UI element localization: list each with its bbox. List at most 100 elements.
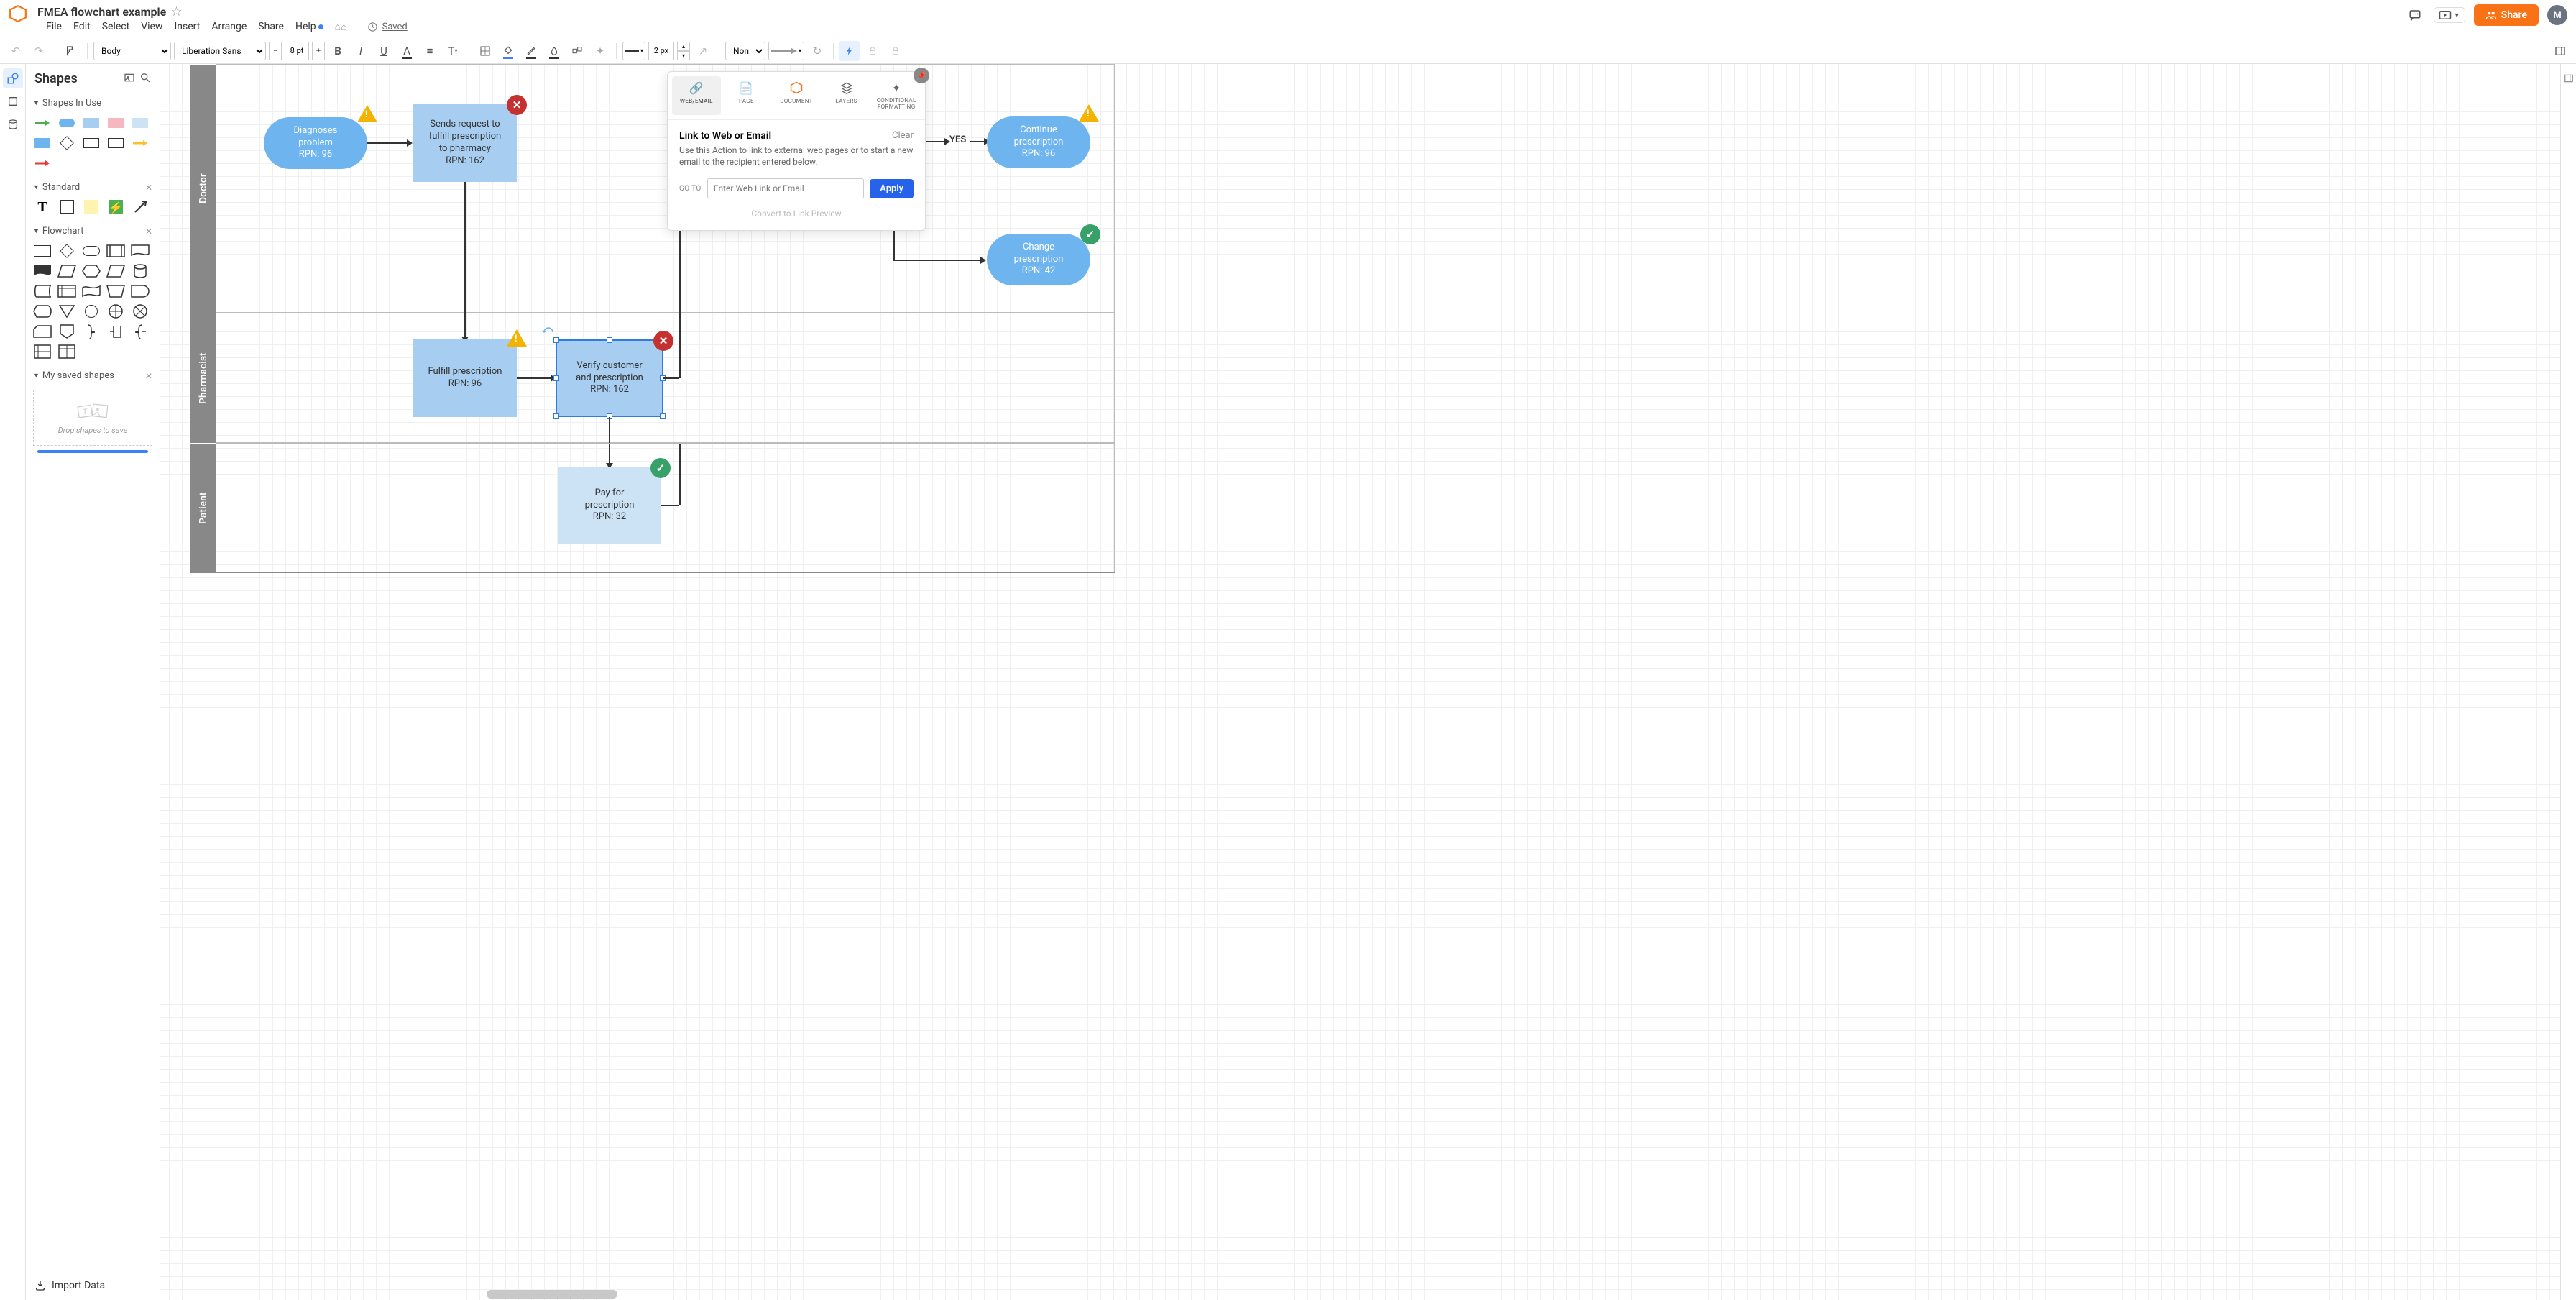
favorite-star-icon[interactable]: ☆ (170, 4, 182, 19)
panel-toggle-button[interactable] (2550, 41, 2570, 61)
shape-block[interactable] (58, 200, 76, 214)
fc-document[interactable] (131, 244, 150, 258)
undo-button[interactable]: ↶ (6, 41, 26, 61)
shape-note[interactable] (82, 200, 101, 214)
font-size-increase[interactable]: + (312, 42, 325, 60)
line-color-button[interactable] (544, 41, 564, 61)
close-saved-icon[interactable]: ✕ (145, 371, 152, 381)
data-tool-icon[interactable] (3, 114, 23, 134)
upgrade-icon[interactable]: ⌂⌂ (335, 21, 347, 33)
fc-manual[interactable] (106, 284, 125, 298)
text-color-button[interactable]: A (397, 41, 417, 61)
menu-view[interactable]: View (141, 21, 162, 33)
shape-style-button[interactable] (567, 41, 587, 61)
share-button[interactable]: Share (2474, 4, 2539, 26)
search-shapes-icon[interactable] (139, 72, 151, 86)
import-data-button[interactable]: Import Data (26, 1271, 160, 1300)
menu-insert[interactable]: Insert (174, 21, 200, 33)
fc-predefined[interactable] (106, 244, 125, 258)
node-pay[interactable]: Pay forprescriptionRPN: 32 (558, 467, 661, 544)
tab-document[interactable]: DOCUMENT (772, 76, 821, 115)
fc-or[interactable] (106, 304, 125, 319)
magic-button[interactable]: ✦ (590, 41, 610, 61)
close-flowchart-icon[interactable]: ✕ (145, 226, 152, 237)
fc-data[interactable] (58, 264, 76, 278)
section-flowchart[interactable]: ▼Flowchart✕ (26, 221, 160, 241)
fc-sum[interactable] (131, 304, 150, 319)
canvas[interactable]: Doctor DiagnosesproblemRPN: 96 Sends req… (160, 64, 2560, 1300)
shape-pill-blue[interactable] (58, 116, 76, 130)
font-family-selector[interactable]: Liberation Sans (174, 42, 266, 60)
link-url-input[interactable] (707, 178, 865, 198)
shapes-tool-icon[interactable] (3, 68, 23, 88)
present-button[interactable]: ▼ (2434, 7, 2465, 23)
fc-parallelogram[interactable] (106, 264, 125, 278)
fc-database[interactable] (131, 264, 150, 278)
menu-edit[interactable]: Edit (73, 21, 91, 33)
fc-terminator[interactable] (82, 244, 101, 258)
fc-display[interactable] (33, 304, 52, 319)
section-shapes-in-use[interactable]: ▼Shapes In Use (26, 93, 160, 113)
shape-diamond[interactable] (58, 136, 76, 150)
redo-button[interactable]: ↷ (29, 41, 49, 61)
lock-closed-button[interactable] (886, 41, 906, 61)
lane-label-pharmacist[interactable]: Pharmacist (190, 313, 216, 443)
italic-button[interactable]: I (351, 41, 371, 61)
image-library-icon[interactable] (124, 72, 135, 86)
fc-tape[interactable] (82, 284, 101, 298)
arrow-start-selector[interactable]: None (725, 42, 765, 60)
line-jump-button[interactable]: ↻ (807, 41, 827, 61)
shape-rect-outline2[interactable] (106, 136, 125, 150)
node-fulfill[interactable]: Fulfill prescriptionRPN: 96 (413, 339, 517, 417)
node-verify[interactable]: Verify customerand prescriptionRPN: 162 (556, 339, 663, 417)
fc-delay[interactable] (131, 284, 150, 298)
fc-stored[interactable] (33, 284, 52, 298)
container-tool-icon[interactable] (3, 91, 23, 111)
clear-link-button[interactable]: Clear (892, 130, 914, 142)
rotate-handle-icon[interactable] (541, 324, 556, 335)
tab-layers[interactable]: LAYERS (822, 76, 871, 115)
fill-color-button[interactable] (498, 41, 518, 61)
border-color-button[interactable] (521, 41, 541, 61)
menu-file[interactable]: File (46, 21, 62, 33)
fc-brace-right[interactable] (82, 324, 101, 339)
line-start-button[interactable]: ↗ (693, 41, 713, 61)
section-saved-shapes[interactable]: ▼My saved shapes✕ (26, 366, 160, 385)
shape-arrow-yellow[interactable] (131, 136, 150, 150)
section-standard[interactable]: ▼Standard✕ (26, 178, 160, 197)
fc-card[interactable] (33, 324, 52, 339)
lock-button[interactable] (862, 41, 883, 61)
fc-hexagon[interactable] (82, 264, 101, 278)
menu-help[interactable]: Help (295, 21, 323, 33)
node-send-request[interactable]: Sends request tofulfill prescriptionto p… (413, 104, 517, 182)
menu-select[interactable]: Select (102, 21, 129, 33)
fc-swimlane-h[interactable] (33, 344, 52, 359)
fc-process[interactable] (33, 244, 52, 258)
format-painter-icon[interactable] (61, 41, 81, 61)
shape-text[interactable]: T (33, 200, 52, 214)
user-avatar[interactable]: M (2547, 5, 2567, 25)
pin-panel-icon[interactable]: 📌 (914, 68, 929, 83)
underline-button[interactable]: U (374, 41, 394, 61)
text-options-button[interactable]: T▾ (443, 41, 463, 61)
shape-line-arrow[interactable] (131, 200, 150, 214)
lane-label-doctor[interactable]: Doctor (190, 64, 216, 313)
bold-button[interactable]: B (328, 41, 348, 61)
tab-web-email[interactable]: 🔗WEB/EMAIL (672, 76, 721, 115)
node-diagnose[interactable]: DiagnosesproblemRPN: 96 (264, 117, 367, 169)
comment-icon[interactable] (2405, 5, 2425, 25)
right-panel-toggle-icon[interactable] (2561, 68, 2576, 88)
fc-connector[interactable] (82, 304, 101, 319)
node-change[interactable]: ChangeprescriptionRPN: 42 (987, 234, 1090, 285)
font-size-input[interactable] (285, 42, 309, 60)
menu-share[interactable]: Share (258, 21, 284, 33)
lane-label-patient[interactable]: Patient (190, 443, 216, 573)
node-continue[interactable]: ContinueprescriptionRPN: 96 (987, 116, 1090, 168)
fc-merge[interactable] (58, 304, 76, 319)
shape-fill-button[interactable] (475, 41, 495, 61)
convert-link-preview[interactable]: Convert to Link Preview (679, 209, 914, 219)
arrow-line-selector[interactable]: ▾ (768, 42, 804, 60)
horizontal-scrollbar[interactable] (487, 1290, 617, 1299)
shape-arrow-green[interactable] (33, 116, 52, 130)
font-size-decrease[interactable]: − (269, 42, 282, 60)
